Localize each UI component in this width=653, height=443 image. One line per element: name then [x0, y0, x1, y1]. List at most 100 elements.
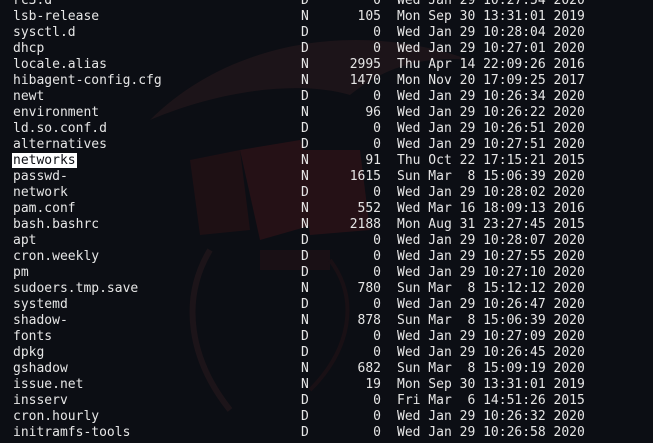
file-name: lsb-release — [13, 9, 100, 24]
file-date: Wed Jan 29 10:28:07 2020 — [397, 233, 585, 248]
file-name: gshadow — [13, 361, 68, 376]
list-item[interactable]: fonts D 0 Wed Jan 29 10:27:09 2020 — [0, 329, 653, 345]
file-date: Wed Mar 16 18:09:13 2016 — [397, 201, 585, 216]
file-size: 0 — [373, 185, 381, 200]
list-item[interactable]: apt D 0 Wed Jan 29 10:28:07 2020 — [0, 233, 653, 249]
file-name: passwd- — [13, 169, 68, 184]
list-item-selected[interactable]: networks N 91 Thu Oct 22 17:15:21 2015 — [0, 153, 653, 169]
file-name: insserv — [13, 393, 68, 408]
list-item[interactable]: cron.hourly D 0 Wed Jan 29 10:26:32 2020 — [0, 409, 653, 425]
file-name: environment — [13, 105, 100, 120]
list-item[interactable]: rc3.d D 0 Wed Jan 29 10:27:54 2020 — [0, 0, 653, 9]
file-type: N — [301, 57, 309, 72]
file-date: Wed Jan 29 10:27:01 2020 — [397, 41, 585, 56]
list-item[interactable]: sysctl.d D 0 Wed Jan 29 10:28:04 2020 — [0, 25, 653, 41]
file-name: network — [13, 185, 68, 200]
file-date: Fri Mar 6 14:51:26 2015 — [397, 393, 585, 408]
file-type: D — [301, 393, 309, 408]
list-item[interactable]: passwd- N 1615 Sun Mar 8 15:06:39 2020 — [0, 169, 653, 185]
file-name: cron.hourly — [13, 409, 100, 424]
file-size: 0 — [373, 409, 381, 424]
file-type: D — [301, 89, 309, 104]
file-date: Sun Mar 8 15:12:12 2020 — [397, 281, 585, 296]
list-item[interactable]: insserv D 0 Fri Mar 6 14:51:26 2015 — [0, 393, 653, 409]
file-size: 878 — [357, 313, 381, 328]
file-type: N — [301, 281, 309, 296]
list-item[interactable]: pam.conf N 552 Wed Mar 16 18:09:13 2016 — [0, 201, 653, 217]
file-date: Wed Jan 29 10:27:10 2020 — [397, 265, 585, 280]
file-name: bash.bashrc — [13, 217, 100, 232]
file-type: D — [301, 425, 309, 440]
file-name: pam.conf — [13, 201, 76, 216]
list-item[interactable]: bash.bashrc N 2188 Mon Aug 31 23:27:45 2015 — [0, 217, 653, 233]
file-type: D — [301, 297, 309, 312]
list-item[interactable]: gshadow N 682 Sun Mar 8 15:09:19 2020 — [0, 361, 653, 377]
list-item[interactable]: systemd D 0 Wed Jan 29 10:26:47 2020 — [0, 297, 653, 313]
file-date: Wed Jan 29 10:26:45 2020 — [397, 345, 585, 360]
file-name: initramfs-tools — [13, 425, 131, 440]
list-item[interactable]: newt D 0 Wed Jan 29 10:26:34 2020 — [0, 89, 653, 105]
file-date: Mon Sep 30 13:31:01 2019 — [397, 377, 585, 392]
file-name: sysctl.d — [13, 25, 76, 40]
list-item[interactable]: initramfs-tools D 0 Wed Jan 29 10:26:58 202… — [0, 425, 653, 441]
file-date: Thu Oct 22 17:15:21 2015 — [397, 153, 585, 168]
list-item[interactable]: issue.net N 19 Mon Sep 30 13:31:01 2019 — [0, 377, 653, 393]
file-size: 2995 — [349, 57, 381, 72]
file-size: 552 — [357, 201, 381, 216]
list-item[interactable]: ld.so.conf.d D 0 Wed Jan 29 10:26:51 2020 — [0, 121, 653, 137]
file-date: Wed Jan 29 10:26:22 2020 — [397, 105, 585, 120]
file-date: Wed Jan 29 10:27:51 2020 — [397, 137, 585, 152]
file-date: Wed Jan 29 10:28:02 2020 — [397, 185, 585, 200]
file-name: newt — [13, 89, 45, 104]
file-name: hibagent-config.cfg — [13, 73, 162, 88]
file-date: Wed Jan 29 10:26:51 2020 — [397, 121, 585, 136]
list-item[interactable]: environment N 96 Wed Jan 29 10:26:22 2020 — [0, 105, 653, 121]
file-size: 91 — [365, 153, 381, 168]
file-name: systemd — [13, 297, 68, 312]
file-size: 96 — [365, 105, 381, 120]
file-name: cron.weekly — [13, 249, 100, 264]
file-type: D — [301, 137, 309, 152]
file-type: D — [301, 0, 309, 8]
list-item[interactable]: shadow- N 878 Sun Mar 8 15:06:39 2020 — [0, 313, 653, 329]
file-type: D — [301, 329, 309, 344]
file-name: pm — [13, 265, 29, 280]
list-item[interactable]: pm D 0 Wed Jan 29 10:27:10 2020 — [0, 265, 653, 281]
file-date: Wed Jan 29 10:26:47 2020 — [397, 297, 585, 312]
terminal-window[interactable]: rc3.d D 0 Wed Jan 29 10:27:54 2020 lsb-relea… — [0, 0, 653, 443]
list-item[interactable]: network D 0 Wed Jan 29 10:28:02 2020 — [0, 185, 653, 201]
file-type: N — [301, 201, 309, 216]
file-size: 0 — [373, 425, 381, 440]
file-size: 19 — [365, 377, 381, 392]
file-type: N — [301, 9, 309, 24]
file-name: alternatives — [13, 137, 107, 152]
file-name: rc3.d — [13, 0, 53, 8]
file-date: Sun Mar 8 15:09:19 2020 — [397, 361, 585, 376]
list-item[interactable]: dpkg D 0 Wed Jan 29 10:26:45 2020 — [0, 345, 653, 361]
file-list[interactable]: rc3.d D 0 Wed Jan 29 10:27:54 2020 lsb-relea… — [0, 0, 653, 441]
file-date: Wed Jan 29 10:28:04 2020 — [397, 25, 585, 40]
file-date: Mon Nov 20 17:09:25 2017 — [397, 73, 585, 88]
file-type: N — [301, 105, 309, 120]
file-date: Mon Sep 30 13:31:01 2019 — [397, 9, 585, 24]
list-item[interactable]: alternatives D 0 Wed Jan 29 10:27:51 2020 — [0, 137, 653, 153]
file-type: D — [301, 345, 309, 360]
list-item[interactable]: hibagent-config.cfg N 1470 Mon Nov 20 17:09… — [0, 73, 653, 89]
file-type: N — [301, 217, 309, 232]
list-item[interactable]: cron.weekly D 0 Wed Jan 29 10:27:55 2020 — [0, 249, 653, 265]
file-size: 0 — [373, 393, 381, 408]
file-size: 682 — [357, 361, 381, 376]
list-item[interactable]: dhcp D 0 Wed Jan 29 10:27:01 2020 — [0, 41, 653, 57]
file-date: Wed Jan 29 10:27:54 2020 — [397, 0, 585, 8]
file-size: 0 — [373, 0, 381, 8]
file-size: 0 — [373, 249, 381, 264]
list-item[interactable]: locale.alias N 2995 Thu Apr 14 22:09:26 201… — [0, 57, 653, 73]
file-name: apt — [13, 233, 37, 248]
file-size: 0 — [373, 345, 381, 360]
list-item[interactable]: sudoers.tmp.save N 780 Sun Mar 8 15:12:12 2… — [0, 281, 653, 297]
file-name: shadow- — [13, 313, 68, 328]
file-type: N — [301, 313, 309, 328]
file-type: N — [301, 377, 309, 392]
list-item[interactable]: lsb-release N 105 Mon Sep 30 13:31:01 2019 — [0, 9, 653, 25]
file-date: Wed Jan 29 10:27:55 2020 — [397, 249, 585, 264]
